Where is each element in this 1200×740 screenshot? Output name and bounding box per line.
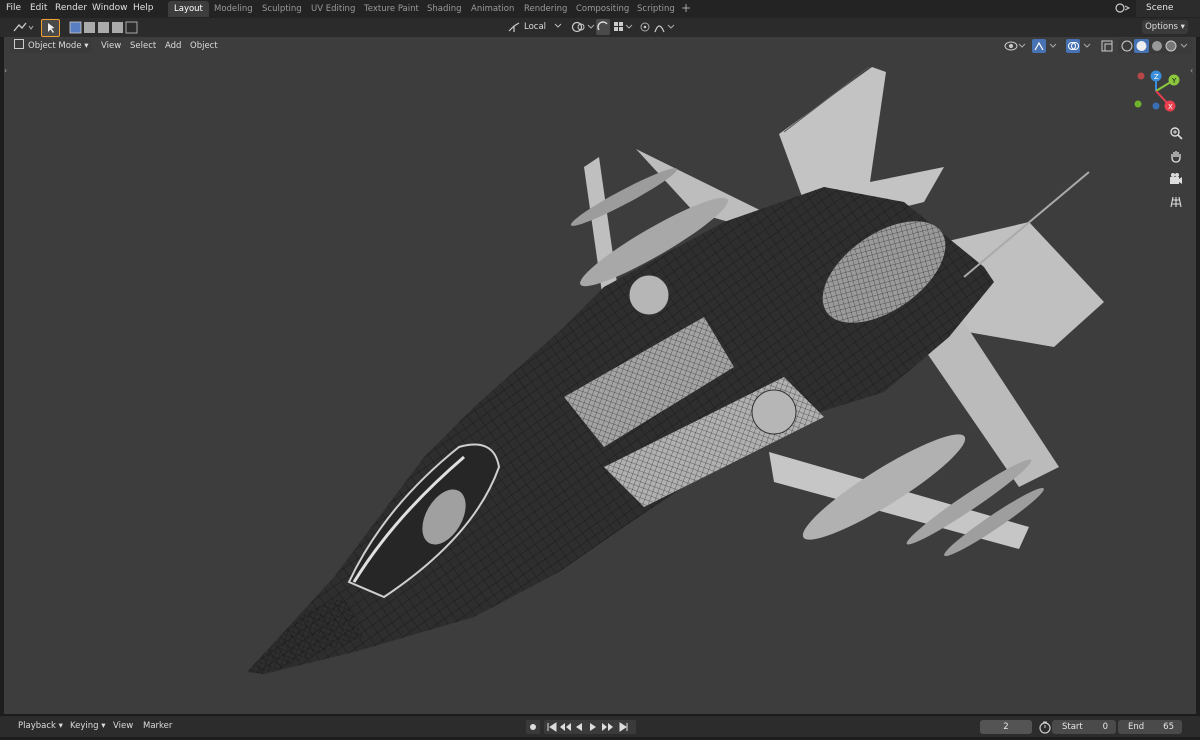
navigation-gizmo[interactable]: Z Y X: [1128, 66, 1184, 116]
tab-animation[interactable]: Animation: [465, 1, 520, 17]
gizmo-toggle-icon[interactable]: [1032, 39, 1062, 56]
menu-help[interactable]: Help: [133, 3, 154, 13]
hand-pan-icon[interactable]: [1167, 147, 1185, 165]
tab-shading[interactable]: Shading: [421, 1, 468, 17]
scene-selector[interactable]: Scene: [1115, 0, 1200, 17]
transform-orientation-label[interactable]: Local: [524, 22, 546, 32]
end-frame-field[interactable]: End 65: [1118, 720, 1182, 734]
sidebar-expand-icon[interactable]: ‹: [1190, 66, 1193, 75]
tab-rendering[interactable]: Rendering: [518, 1, 573, 17]
selection-mode-icons[interactable]: [69, 21, 141, 37]
start-frame-field[interactable]: Start 0: [1052, 720, 1116, 734]
record-icon: [530, 724, 536, 730]
current-frame-field[interactable]: 2: [980, 720, 1032, 734]
gizmo-x-label: X: [1168, 103, 1173, 111]
menu-select[interactable]: Select: [130, 41, 156, 51]
3d-viewport[interactable]: [4, 37, 1196, 714]
menu-add[interactable]: Add: [165, 41, 181, 51]
scene-name: Scene: [1146, 3, 1174, 13]
proportional-edit-icon[interactable]: [639, 20, 679, 37]
tab-uv-editing[interactable]: UV Editing: [305, 1, 361, 17]
tab-scripting[interactable]: Scripting: [631, 1, 681, 17]
tab-texture-paint[interactable]: Texture Paint: [358, 1, 425, 17]
menu-keying[interactable]: Keying ▾: [70, 721, 106, 731]
tab-layout[interactable]: Layout: [168, 1, 209, 17]
playback-controls: [526, 719, 636, 738]
editor-type-icon[interactable]: [12, 21, 34, 37]
menu-marker[interactable]: Marker: [143, 721, 172, 731]
grid-view-icon[interactable]: [1167, 193, 1185, 211]
snap-icon[interactable]: [596, 19, 634, 38]
object-mode-icon: [14, 39, 24, 49]
menu-view[interactable]: View: [101, 41, 121, 51]
add-workspace-button[interactable]: +: [681, 1, 691, 15]
toolbar-expand-icon[interactable]: ›: [4, 66, 7, 75]
transform-orientation-icon[interactable]: [506, 20, 522, 37]
options-button[interactable]: Options ▾: [1142, 20, 1188, 34]
tab-modeling[interactable]: Modeling: [208, 1, 259, 17]
top-bar: File Edit Render Window Help Layout Mode…: [0, 0, 1200, 18]
mode-selector[interactable]: Object Mode ▾: [10, 39, 92, 53]
zoom-icon[interactable]: [1167, 124, 1185, 142]
tab-compositing[interactable]: Compositing: [570, 1, 635, 17]
stopwatch-icon[interactable]: [1038, 720, 1052, 737]
gizmo-y-label: Y: [1171, 77, 1177, 85]
menu-file[interactable]: File: [6, 3, 21, 13]
menu-window[interactable]: Window: [92, 3, 128, 13]
viewport-header: Object Mode ▾ View Select Add Object: [4, 38, 1196, 56]
menu-render[interactable]: Render: [55, 3, 87, 13]
xray-toggle-icon[interactable]: [1100, 39, 1114, 56]
scene-icon: [1114, 2, 1132, 18]
pivot-point-icon[interactable]: [570, 20, 596, 37]
chevron-down-icon: [554, 22, 562, 33]
overlay-toggle-icon[interactable]: [1066, 39, 1096, 56]
aircraft-model-render: [247, 66, 1104, 674]
menu-playback[interactable]: Playback ▾: [18, 721, 63, 731]
visibility-icon[interactable]: [1004, 39, 1028, 56]
gizmo-z-label: Z: [1154, 73, 1159, 81]
tab-sculpting[interactable]: Sculpting: [256, 1, 308, 17]
tool-header: Local Options ▾: [0, 18, 1200, 38]
timeline-header: Playback ▾ Keying ▾ View Marker 2 Start …: [0, 715, 1200, 738]
shading-mode-icons[interactable]: [1118, 38, 1192, 57]
menu-object[interactable]: Object: [190, 41, 218, 51]
menu-timeline-view[interactable]: View: [113, 721, 133, 731]
camera-icon[interactable]: [1167, 170, 1185, 188]
menu-edit[interactable]: Edit: [30, 3, 47, 13]
select-tool-icon[interactable]: [41, 19, 60, 37]
